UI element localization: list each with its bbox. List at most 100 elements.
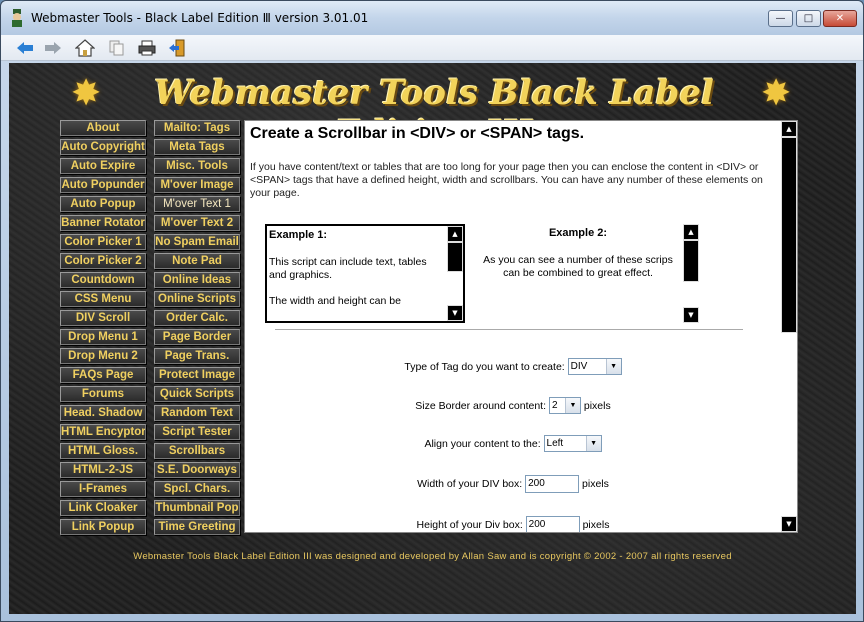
example-2-scrollbar[interactable]: ▲ ▼ <box>683 224 699 323</box>
nav-button-m-over-image[interactable]: M'over Image <box>154 177 240 193</box>
exit-door-icon[interactable] <box>168 38 188 58</box>
close-button[interactable]: ✕ <box>823 10 857 27</box>
forward-arrow-icon[interactable] <box>43 38 63 58</box>
nav-button-m-over-text-1[interactable]: M'over Text 1 <box>154 196 240 212</box>
scroll-up-icon[interactable]: ▲ <box>781 121 797 137</box>
nav-button-html-2-js[interactable]: HTML-2-JS <box>60 462 146 478</box>
nav-button-page-trans[interactable]: Page Trans. <box>154 348 240 364</box>
height-label: Height of your Div box: <box>416 519 523 531</box>
nav-button-order-calc[interactable]: Order Calc. <box>154 310 240 326</box>
scroll-down-icon[interactable]: ▼ <box>447 305 463 321</box>
nav-button-protect-image[interactable]: Protect Image <box>154 367 240 383</box>
nav-button-quick-scripts[interactable]: Quick Scripts <box>154 386 240 402</box>
nav-button-html-encyptor[interactable]: HTML Encyptor <box>60 424 146 440</box>
nav-button-online-ideas[interactable]: Online Ideas <box>154 272 240 288</box>
page-description: If you have content/text or tables that … <box>250 161 763 199</box>
chevron-down-icon: ▼ <box>605 359 621 374</box>
app-window: Webmaster Tools - Black Label Edition Ⅲ … <box>0 0 864 622</box>
scroll-thumb[interactable] <box>781 137 797 333</box>
nav-button-mailto-tags[interactable]: Mailto: Tags <box>154 120 240 136</box>
nav-button-auto-expire[interactable]: Auto Expire <box>60 158 146 174</box>
nav-button-auto-popunder[interactable]: Auto Popunder <box>60 177 146 193</box>
example-2-text: As you can see a number of these scrips … <box>483 254 673 279</box>
copy-icon[interactable] <box>107 38 127 58</box>
content-scrollbar[interactable]: ▲ ▼ <box>781 121 797 532</box>
nav-button-forums[interactable]: Forums <box>60 386 146 402</box>
maximize-button[interactable]: □ <box>796 10 821 27</box>
nav-button-link-popup[interactable]: Link Popup <box>60 519 146 535</box>
example-1-heading: Example 1: <box>269 229 328 241</box>
nav-button-auto-copyright[interactable]: Auto Copyright <box>60 139 146 155</box>
nav-button-i-frames[interactable]: I-Frames <box>60 481 146 497</box>
width-unit-label: pixels <box>582 478 609 490</box>
nav-button-time-greeting[interactable]: Time Greeting <box>154 519 240 535</box>
example-1-text-2: The width and height can be <box>269 295 401 307</box>
toolbar <box>1 35 863 61</box>
nav-column-left: About Auto Copyright Auto Expire Auto Popun… <box>60 120 146 538</box>
nav-column-right: Mailto: Tags Meta Tags Misc. Tools M'over I… <box>154 120 240 538</box>
scroll-down-icon[interactable]: ▼ <box>683 307 699 323</box>
tag-type-select[interactable]: DIV ▼ <box>567 358 622 375</box>
window-title: Webmaster Tools - Black Label Edition Ⅲ … <box>31 11 369 25</box>
star-icon: ✸ <box>71 73 102 114</box>
nav-button-auto-popup[interactable]: Auto Popup <box>60 196 146 212</box>
chevron-down-icon: ▼ <box>564 398 580 413</box>
nav-button-spcl-chars[interactable]: Spcl. Chars. <box>154 481 240 497</box>
nav-button-page-border[interactable]: Page Border <box>154 329 240 345</box>
nav-button-note-pad[interactable]: Note Pad <box>154 253 240 269</box>
banner: ✸ Webmaster Tools Black Label Edition II… <box>9 67 856 153</box>
nav-button-link-cloaker[interactable]: Link Cloaker <box>60 500 146 516</box>
app-icon <box>12 9 22 27</box>
example-1-scrollbar[interactable]: ▲ ▼ <box>447 226 463 321</box>
scroll-thumb[interactable] <box>683 240 699 282</box>
nav-button-css-menu[interactable]: CSS Menu <box>60 291 146 307</box>
height-input[interactable]: 200 <box>525 516 580 532</box>
minimize-button[interactable]: — <box>768 10 793 27</box>
print-icon[interactable] <box>137 38 157 58</box>
example-2-box[interactable]: Example 2: As you can see a number of th… <box>483 224 699 323</box>
nav-button-misc-tools[interactable]: Misc. Tools <box>154 158 240 174</box>
nav-button-random-text[interactable]: Random Text <box>154 405 240 421</box>
border-size-row: Size Border around content: 2 ▼ pixels <box>245 397 781 414</box>
nav-button-thumbnail-pop[interactable]: Thumbnail Pop <box>154 500 240 516</box>
nav-button-drop-menu-2[interactable]: Drop Menu 2 <box>60 348 146 364</box>
title-bar[interactable]: Webmaster Tools - Black Label Edition Ⅲ … <box>1 1 863 35</box>
example-1-text: This script can include text, tables and… <box>269 256 427 281</box>
tag-type-value: DIV <box>570 361 588 372</box>
align-row: Align your content to the: Left ▼ <box>245 435 781 452</box>
nav-button-m-over-text-2[interactable]: M'over Text 2 <box>154 215 240 231</box>
scroll-thumb[interactable] <box>447 242 463 272</box>
nav-button-html-gloss[interactable]: HTML Gloss. <box>60 443 146 459</box>
scroll-down-icon[interactable]: ▼ <box>781 516 797 532</box>
home-icon[interactable] <box>75 38 95 58</box>
nav-button-about[interactable]: About <box>60 120 146 136</box>
nav-button-color-picker-1[interactable]: Color Picker 1 <box>60 234 146 250</box>
nav-button-scrollbars[interactable]: Scrollbars <box>154 443 240 459</box>
nav-button-countdown[interactable]: Countdown <box>60 272 146 288</box>
content-panel[interactable]: Create a Scrollbar in <DIV> or <SPAN> ta… <box>244 120 798 533</box>
back-arrow-icon[interactable] <box>15 38 35 58</box>
border-size-value: 2 <box>551 400 558 411</box>
scroll-up-icon[interactable]: ▲ <box>683 224 699 240</box>
nav-button-color-picker-2[interactable]: Color Picker 2 <box>60 253 146 269</box>
nav-button-banner-rotator[interactable]: Banner Rotator <box>60 215 146 231</box>
example-1-box[interactable]: Example 1: This script can include text,… <box>265 224 465 323</box>
nav-button-head-shadow[interactable]: Head. Shadow <box>60 405 146 421</box>
border-size-select[interactable]: 2 ▼ <box>548 397 581 414</box>
nav-button-faqs-page[interactable]: FAQs Page <box>60 367 146 383</box>
nav-button-s-e-doorways[interactable]: S.E. Doorways <box>154 462 240 478</box>
nav-button-online-scripts[interactable]: Online Scripts <box>154 291 240 307</box>
width-input[interactable]: 200 <box>525 475 580 493</box>
nav-button-drop-menu-1[interactable]: Drop Menu 1 <box>60 329 146 345</box>
nav-button-script-tester[interactable]: Script Tester <box>154 424 240 440</box>
nav-button-no-spam-email[interactable]: No Spam Email <box>154 234 240 250</box>
nav-button-meta-tags[interactable]: Meta Tags <box>154 139 240 155</box>
nav-button-div-scroll[interactable]: DIV Scroll <box>60 310 146 326</box>
scroll-up-icon[interactable]: ▲ <box>447 226 463 242</box>
align-select[interactable]: Left ▼ <box>543 435 602 452</box>
tag-type-label: Type of Tag do you want to create: <box>404 360 565 373</box>
divider <box>275 329 743 330</box>
minimize-icon: — <box>775 13 786 24</box>
page-title: Create a Scrollbar in <DIV> or <SPAN> ta… <box>250 125 585 142</box>
copyright-footer: Webmaster Tools Black Label Edition III … <box>133 551 732 562</box>
